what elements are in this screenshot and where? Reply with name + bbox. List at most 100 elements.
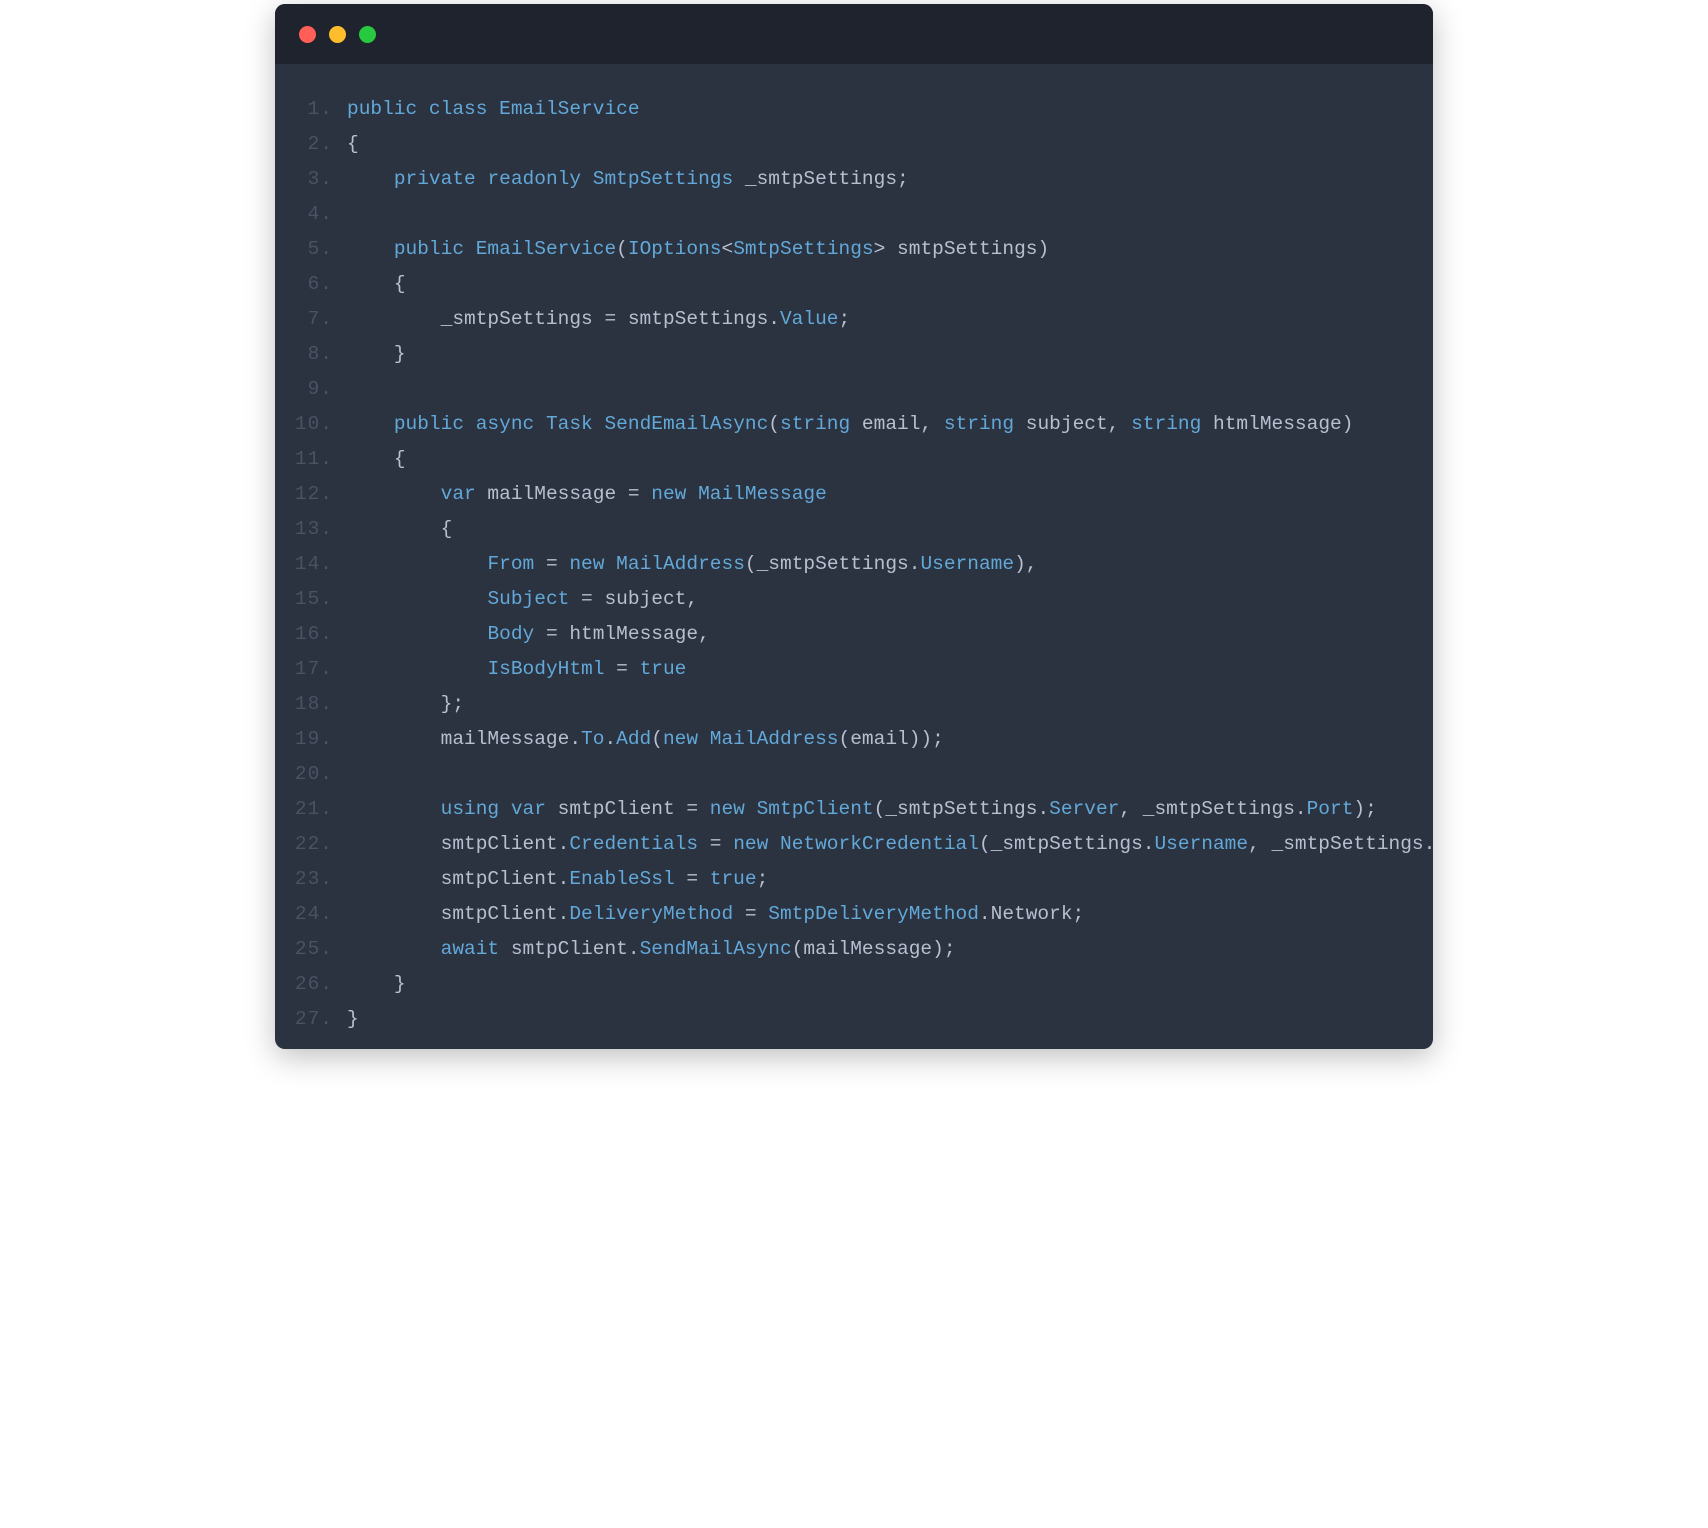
line-content[interactable]: { — [347, 512, 1433, 547]
line-number: 10. — [275, 407, 347, 442]
line-content[interactable]: private readonly SmtpSettings _smtpSetti… — [347, 162, 1433, 197]
token: class — [429, 98, 488, 120]
line-content[interactable] — [347, 197, 1433, 232]
close-icon[interactable] — [299, 26, 316, 43]
token — [698, 728, 710, 750]
code-line[interactable]: 22. smtpClient.Credentials = new Network… — [275, 827, 1433, 862]
line-content[interactable]: smtpClient.EnableSsl = true; — [347, 862, 1433, 897]
token: MailAddress — [616, 553, 745, 575]
token — [745, 798, 757, 820]
code-line[interactable]: 2.{ — [275, 127, 1433, 162]
token — [347, 273, 394, 295]
code-line[interactable]: 10. public async Task SendEmailAsync(str… — [275, 407, 1433, 442]
line-number: 19. — [275, 722, 347, 757]
token: public — [394, 238, 464, 260]
token: ( — [979, 833, 991, 855]
code-line[interactable]: 17. IsBodyHtml = true — [275, 652, 1433, 687]
code-line[interactable]: 25. await smtpClient.SendMailAsync(mailM… — [275, 932, 1433, 967]
token — [347, 588, 487, 610]
code-line[interactable]: 12. var mailMessage = new MailMessage — [275, 477, 1433, 512]
token: . — [604, 728, 616, 750]
token: Body — [487, 623, 534, 645]
code-line[interactable]: 6. { — [275, 267, 1433, 302]
token: IOptions — [628, 238, 722, 260]
token: SendMailAsync — [640, 938, 792, 960]
token: smtpSettings) — [885, 238, 1049, 260]
token: new — [733, 833, 768, 855]
code-line[interactable]: 7. _smtpSettings = smtpSettings.Value; — [275, 302, 1433, 337]
code-line[interactable]: 9. — [275, 372, 1433, 407]
line-content[interactable]: From = new MailAddress(_smtpSettings.Use… — [347, 547, 1433, 582]
line-content[interactable]: smtpClient.Credentials = new NetworkCred… — [347, 827, 1433, 862]
line-content[interactable]: mailMessage.To.Add(new MailAddress(email… — [347, 722, 1433, 757]
line-content[interactable] — [347, 372, 1433, 407]
token: EmailService — [499, 98, 639, 120]
token: SmtpDeliveryMethod — [768, 903, 979, 925]
token: { — [394, 448, 406, 470]
line-content[interactable]: } — [347, 1002, 1433, 1037]
line-number: 14. — [275, 547, 347, 582]
line-content[interactable]: public async Task SendEmailAsync(string … — [347, 407, 1433, 442]
line-content[interactable]: } — [347, 967, 1433, 1002]
token: , _smtpSettings. — [1248, 833, 1433, 855]
token: smtpClient. — [347, 903, 569, 925]
line-content[interactable]: smtpClient.DeliveryMethod = SmtpDelivery… — [347, 897, 1433, 932]
code-line[interactable]: 24. smtpClient.DeliveryMethod = SmtpDeli… — [275, 897, 1433, 932]
code-editor[interactable]: 1.public class EmailService2.{3. private… — [275, 64, 1433, 1049]
code-line[interactable]: 14. From = new MailAddress(_smtpSettings… — [275, 547, 1433, 582]
code-line[interactable]: 8. } — [275, 337, 1433, 372]
line-content[interactable]: { — [347, 267, 1433, 302]
line-number: 27. — [275, 1002, 347, 1037]
code-line[interactable]: 4. — [275, 197, 1433, 232]
code-line[interactable]: 26. } — [275, 967, 1433, 1002]
token: mailMessage = — [476, 483, 652, 505]
code-line[interactable]: 19. mailMessage.To.Add(new MailAddress(e… — [275, 722, 1433, 757]
line-number: 6. — [275, 267, 347, 302]
line-content[interactable]: _smtpSettings = smtpSettings.Value; — [347, 302, 1433, 337]
code-line[interactable]: 18. }; — [275, 687, 1433, 722]
code-line[interactable]: 27.} — [275, 1002, 1433, 1037]
code-line[interactable]: 15. Subject = subject, — [275, 582, 1433, 617]
line-content[interactable]: Subject = subject, — [347, 582, 1433, 617]
line-content[interactable]: await smtpClient.SendMailAsync(mailMessa… — [347, 932, 1433, 967]
line-content[interactable]: public EmailService(IOptions<SmtpSetting… — [347, 232, 1433, 267]
line-content[interactable]: { — [347, 127, 1433, 162]
line-content[interactable]: public class EmailService — [347, 92, 1433, 127]
line-content[interactable]: using var smtpClient = new SmtpClient(_s… — [347, 792, 1433, 827]
token: true — [710, 868, 757, 890]
token: true — [640, 658, 687, 680]
code-line[interactable]: 23. smtpClient.EnableSsl = true; — [275, 862, 1433, 897]
code-line[interactable]: 21. using var smtpClient = new SmtpClien… — [275, 792, 1433, 827]
line-content[interactable]: } — [347, 337, 1433, 372]
token: string — [944, 413, 1014, 435]
line-content[interactable]: Body = htmlMessage, — [347, 617, 1433, 652]
line-number: 15. — [275, 582, 347, 617]
token: _smtpSettings = smtpSettings. — [347, 308, 780, 330]
code-line[interactable]: 11. { — [275, 442, 1433, 477]
line-content[interactable]: IsBodyHtml = true — [347, 652, 1433, 687]
minimize-icon[interactable] — [329, 26, 346, 43]
code-line[interactable]: 13. { — [275, 512, 1433, 547]
line-content[interactable]: { — [347, 442, 1433, 477]
line-content[interactable]: var mailMessage = new MailMessage — [347, 477, 1433, 512]
zoom-icon[interactable] — [359, 26, 376, 43]
token: From — [487, 553, 534, 575]
line-content[interactable]: }; — [347, 687, 1433, 722]
code-line[interactable]: 5. public EmailService(IOptions<SmtpSett… — [275, 232, 1433, 267]
code-line[interactable]: 20. — [275, 757, 1433, 792]
token — [347, 483, 441, 505]
code-line[interactable]: 3. private readonly SmtpSettings _smtpSe… — [275, 162, 1433, 197]
token: To — [581, 728, 604, 750]
code-line[interactable]: 16. Body = htmlMessage, — [275, 617, 1433, 652]
code-line[interactable]: 1.public class EmailService — [275, 92, 1433, 127]
token — [347, 693, 441, 715]
line-content[interactable] — [347, 757, 1433, 792]
line-number: 25. — [275, 932, 347, 967]
line-number: 20. — [275, 757, 347, 792]
token — [464, 238, 476, 260]
token: mailMessage); — [803, 938, 955, 960]
token: } — [394, 343, 406, 365]
line-number: 16. — [275, 617, 347, 652]
token: var — [441, 483, 476, 505]
token — [347, 623, 487, 645]
